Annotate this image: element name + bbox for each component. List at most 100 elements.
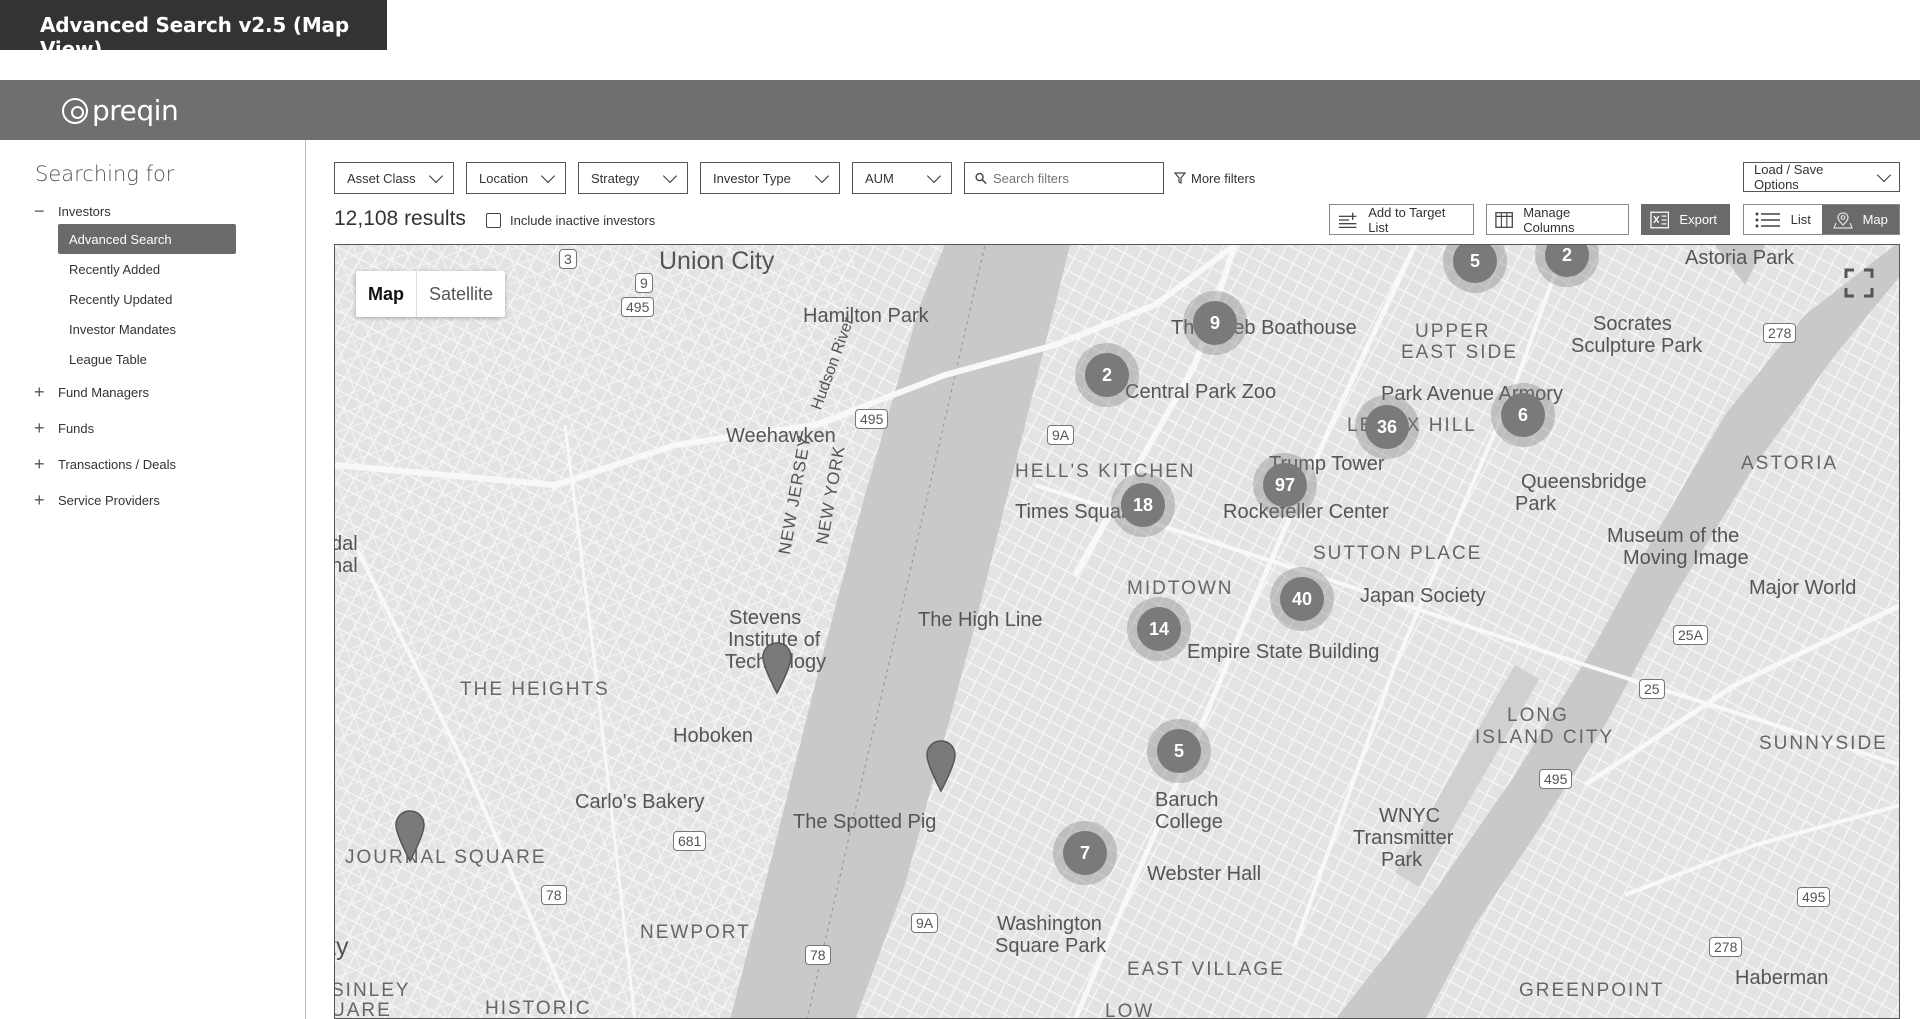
map-cluster[interactable]: 14 bbox=[1127, 597, 1191, 661]
sidebar-item-label: Transactions / Deals bbox=[58, 456, 177, 472]
include-inactive-checkbox[interactable] bbox=[486, 213, 501, 228]
map-type-control: Map Satellite bbox=[356, 271, 506, 317]
map-label-queensbridge-2: Park bbox=[1515, 493, 1557, 515]
route-shield: 25A bbox=[1673, 625, 1708, 645]
cluster-count: 5 bbox=[1157, 729, 1201, 773]
route-shield: 9 bbox=[635, 273, 653, 293]
map-pin-icon[interactable] bbox=[924, 739, 958, 793]
strategy-dropdown[interactable]: Strategy bbox=[578, 162, 688, 194]
map-label-long-island-1: LONG bbox=[1507, 705, 1569, 726]
map-label-hamilton-park: Hamilton Park bbox=[803, 305, 929, 327]
sidebar-item-advanced-search[interactable]: Advanced Search bbox=[58, 224, 236, 254]
map-label-wnyc-1: WNYC bbox=[1379, 805, 1441, 827]
map-label-the-heights: THE HEIGHTS bbox=[460, 679, 610, 700]
sidebar-item-investors[interactable]: − Investors bbox=[34, 200, 294, 222]
dropdown-label: Investor Type bbox=[713, 170, 791, 186]
expand-icon[interactable]: + bbox=[34, 383, 58, 401]
export-button[interactable]: Export bbox=[1641, 204, 1730, 235]
results-count: 12,108 results bbox=[334, 207, 466, 230]
map-label-queensbridge-1: Queensbridge bbox=[1521, 471, 1647, 493]
aum-dropdown[interactable]: AUM bbox=[852, 162, 952, 194]
expand-icon[interactable]: + bbox=[34, 419, 58, 437]
map-canvas[interactable]: Union City Hamilton Park Weehawken Steve… bbox=[334, 244, 1900, 1019]
investors-children: Advanced Search Recently Added Recently … bbox=[58, 224, 294, 374]
map-label-hells-kitchen: HELL'S KITCHEN bbox=[1015, 461, 1196, 482]
sidebar-item-fund-managers[interactable]: + Fund Managers bbox=[34, 374, 294, 410]
view-toggle: List Map bbox=[1743, 204, 1900, 235]
map-label-astoria-park: Astoria Park bbox=[1685, 247, 1794, 269]
manage-columns-button[interactable]: Manage Columns bbox=[1486, 204, 1629, 235]
map-pin-icon[interactable] bbox=[393, 809, 427, 863]
list-view-button[interactable]: List bbox=[1744, 205, 1822, 234]
sidebar-item-label: Investors bbox=[58, 203, 111, 219]
sidebar-item-investor-mandates[interactable]: Investor Mandates bbox=[58, 314, 236, 344]
map-label-carlos-bakery: Carlo's Bakery bbox=[575, 791, 705, 813]
search-filters-input[interactable] bbox=[993, 170, 1153, 186]
map-label-socrates-1: Socrates bbox=[1593, 313, 1672, 335]
cluster-count: 18 bbox=[1121, 483, 1165, 527]
map-cluster[interactable]: 97 bbox=[1253, 453, 1317, 517]
filter-bar: Asset Class Location Strategy Investor T… bbox=[334, 162, 1255, 194]
expand-icon[interactable]: + bbox=[34, 491, 58, 509]
route-shield: 681 bbox=[673, 831, 707, 851]
map-label-nal: nal bbox=[335, 555, 358, 577]
sidebar-title: Searching for bbox=[35, 162, 175, 186]
include-inactive-control: Include inactive investors bbox=[486, 213, 655, 228]
brand-logo[interactable]: preqin bbox=[62, 94, 179, 127]
load-save-options-dropdown[interactable]: Load / Save Options bbox=[1743, 162, 1900, 192]
map-label-midtown: MIDTOWN bbox=[1127, 578, 1234, 599]
button-label: Export bbox=[1679, 212, 1717, 227]
map-pin-icon[interactable] bbox=[760, 641, 794, 695]
sidebar-item-recently-added[interactable]: Recently Added bbox=[58, 254, 236, 284]
map-label-washington-sq-1: Washington bbox=[997, 913, 1102, 935]
map-cluster[interactable]: 18 bbox=[1111, 473, 1175, 537]
route-shield: 9A bbox=[1047, 425, 1075, 445]
expand-icon[interactable]: + bbox=[34, 455, 58, 473]
location-dropdown[interactable]: Location bbox=[466, 162, 566, 194]
chevron-down-icon bbox=[814, 168, 830, 183]
map-cluster[interactable]: 5 bbox=[1147, 719, 1211, 783]
add-list-icon bbox=[1338, 212, 1357, 228]
map-view-button[interactable]: Map bbox=[1821, 205, 1899, 234]
dropdown-label: AUM bbox=[865, 170, 894, 186]
asset-class-dropdown[interactable]: Asset Class bbox=[334, 162, 454, 194]
map-cluster[interactable]: 6 bbox=[1491, 383, 1555, 447]
map-label-wnyc-2: Transmitter bbox=[1353, 827, 1454, 849]
map-cluster[interactable]: 36 bbox=[1355, 395, 1419, 459]
map-cluster[interactable]: 7 bbox=[1053, 821, 1117, 885]
cluster-count: 5 bbox=[1453, 245, 1497, 283]
add-to-target-list-button[interactable]: Add to Target List bbox=[1329, 204, 1474, 235]
map-cluster[interactable]: 9 bbox=[1183, 291, 1247, 355]
logo-icon bbox=[62, 97, 88, 124]
window-title: Advanced Search v2.5 (Map View) bbox=[0, 0, 387, 61]
list-icon bbox=[1755, 212, 1780, 227]
map-cluster[interactable]: 40 bbox=[1270, 567, 1334, 631]
map-type-map-button[interactable]: Map bbox=[356, 271, 417, 317]
route-shield: 278 bbox=[1763, 323, 1797, 343]
map-label-spotted-pig: The Spotted Pig bbox=[793, 811, 937, 833]
sidebar-item-funds[interactable]: + Funds bbox=[34, 410, 294, 446]
map-label-japan-society: Japan Society bbox=[1360, 585, 1486, 607]
route-shield: 278 bbox=[1709, 937, 1743, 957]
map-label-museum-2: Moving Image bbox=[1623, 547, 1749, 569]
more-filters-button[interactable]: More filters bbox=[1174, 162, 1255, 194]
route-shield: 495 bbox=[621, 297, 655, 317]
map-cluster[interactable]: 2 bbox=[1075, 343, 1139, 407]
map-label-east-village: EAST VILLAGE bbox=[1127, 959, 1285, 980]
sidebar-item-league-table[interactable]: League Table bbox=[58, 344, 236, 374]
map-label-union-city: Union City bbox=[659, 247, 775, 275]
fullscreen-icon[interactable] bbox=[1843, 267, 1875, 299]
search-icon bbox=[975, 172, 987, 184]
investor-type-dropdown[interactable]: Investor Type bbox=[700, 162, 840, 194]
map-type-satellite-button[interactable]: Satellite bbox=[417, 271, 505, 317]
filter-icon bbox=[1174, 172, 1186, 184]
map-label-low: LOW bbox=[1105, 1001, 1155, 1019]
sidebar-item-service-providers[interactable]: + Service Providers bbox=[34, 482, 294, 518]
sidebar-item-recently-updated[interactable]: Recently Updated bbox=[58, 284, 236, 314]
cluster-count: 36 bbox=[1365, 405, 1409, 449]
map-label-stevens-1: Stevens bbox=[729, 607, 802, 629]
chevron-down-icon bbox=[1877, 167, 1892, 182]
collapse-icon[interactable]: − bbox=[34, 202, 58, 220]
map-label-baruch-2: College bbox=[1155, 811, 1223, 833]
sidebar-item-transactions-deals[interactable]: + Transactions / Deals bbox=[34, 446, 294, 482]
